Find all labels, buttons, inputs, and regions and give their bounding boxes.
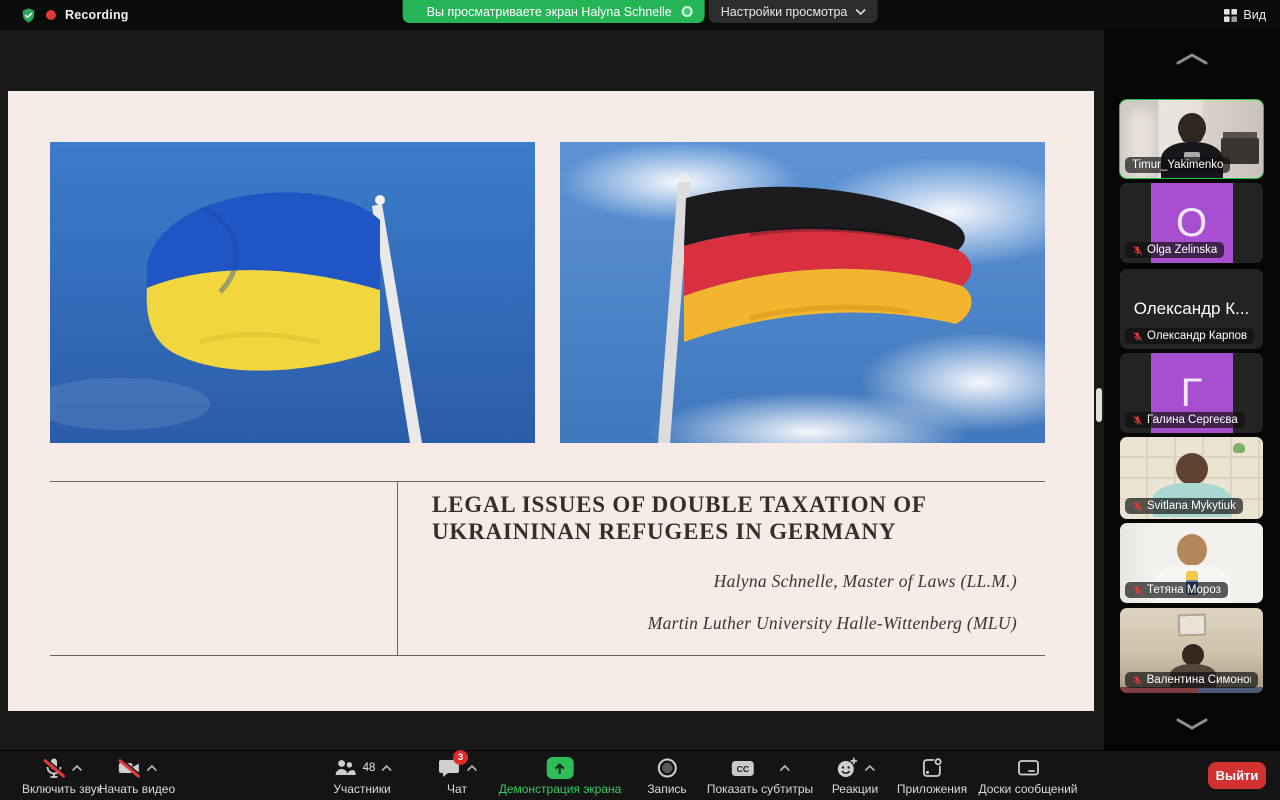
slide-title-block: LEGAL ISSUES OF DOUBLE TAXATION OF UKRAI… <box>432 491 1017 655</box>
apps-icon <box>920 756 944 780</box>
mic-muted-icon <box>1132 415 1143 426</box>
participants-sidebar: Timur_Yakimenko O Olga Zelinska Олександ… <box>1104 30 1280 750</box>
mic-muted-icon <box>1132 585 1143 596</box>
recording-label: Recording <box>65 8 129 22</box>
view-grid-icon <box>1224 9 1237 22</box>
participant-name-label: Olga Zelinska <box>1125 242 1224 258</box>
participant-tile[interactable]: Олександр К... Олександр Карпов <box>1120 269 1263 349</box>
participants-count: 48 <box>363 762 376 774</box>
chevron-up-icon[interactable] <box>865 765 875 771</box>
participant-tile[interactable]: Валентина Симонок <box>1120 608 1263 693</box>
view-button[interactable]: Вид <box>1224 0 1266 30</box>
reactions-button[interactable]: Реакции <box>832 755 878 796</box>
apps-button[interactable]: Приложения <box>897 755 967 796</box>
svg-text:CC: CC <box>737 764 749 774</box>
meeting-toolbar: Включить звук Начать видео <box>0 750 1280 800</box>
mic-muted-icon <box>1132 675 1143 686</box>
mic-muted-icon <box>1132 245 1143 256</box>
participant-name-label: Timur_Yakimenko <box>1125 157 1230 173</box>
start-video-button[interactable]: Начать видео <box>99 755 175 796</box>
camera-muted-icon <box>117 756 141 780</box>
participant-name-label: Олександр Карпов <box>1125 328 1254 344</box>
participant-name-label: Тетяна Мороз <box>1125 582 1228 598</box>
chevron-up-icon[interactable] <box>72 765 82 771</box>
slide-author: Halyna Schnelle, Master of Laws (LL.M.) <box>432 571 1017 592</box>
slide-affiliation: Martin Luther University Halle-Wittenber… <box>432 613 1017 634</box>
chevron-up-icon[interactable] <box>147 765 157 771</box>
chevron-down-icon <box>1175 718 1209 731</box>
ukraine-flag-photo <box>50 142 535 443</box>
caret-down-icon <box>855 9 865 15</box>
presentation-slide: LEGAL ISSUES OF DOUBLE TAXATION OF UKRAI… <box>8 91 1094 711</box>
banner-ring-icon <box>682 6 693 17</box>
participant-name-label: Галина Сергеєва <box>1125 412 1245 428</box>
participant-name-label: Валентина Симонок <box>1125 672 1258 688</box>
view-label: Вид <box>1243 8 1266 22</box>
panel-drag-handle[interactable] <box>1096 388 1102 422</box>
screen-share-banner-group: Вы просматриваете экран Halyna Schnelle … <box>403 0 878 23</box>
mic-muted-icon <box>1132 501 1143 512</box>
view-settings-button[interactable]: Настройки просмотра <box>709 0 878 23</box>
share-screen-icon <box>547 757 574 779</box>
chat-badge: 3 <box>453 750 468 765</box>
captions-button[interactable]: CC Показать субтитры <box>707 755 813 796</box>
chevron-up-icon[interactable] <box>467 765 477 771</box>
chat-button[interactable]: 3 Чат <box>437 755 477 796</box>
record-button[interactable]: Запись <box>647 755 686 796</box>
participant-name-label: Svitlana Mykytiuk <box>1125 498 1243 514</box>
screen-share-banner: Вы просматриваете экран Halyna Schnelle <box>403 0 705 23</box>
top-bar: Recording Вы просматриваете экран Halyna… <box>0 0 1280 30</box>
scroll-up-button[interactable] <box>1170 46 1214 70</box>
whiteboard-icon <box>1016 756 1040 780</box>
reactions-smiley-icon <box>835 756 859 780</box>
mic-muted-icon <box>42 756 66 780</box>
slide-title: LEGAL ISSUES OF DOUBLE TAXATION OF UKRAI… <box>432 491 1017 545</box>
chevron-up-icon[interactable] <box>780 765 790 771</box>
record-circle-icon <box>655 756 679 780</box>
participant-tile[interactable]: O Olga Zelinska <box>1120 183 1263 263</box>
chevron-up-icon <box>1175 52 1209 65</box>
participants-button[interactable]: 48 Участники <box>333 755 392 796</box>
shared-screen-stage: LEGAL ISSUES OF DOUBLE TAXATION OF UKRAI… <box>0 30 1104 750</box>
captions-cc-icon: CC <box>730 756 756 780</box>
recording-dot-icon <box>46 10 56 20</box>
share-screen-button[interactable]: Демонстрация экрана <box>499 755 622 796</box>
whiteboards-button[interactable]: Доски сообщений <box>978 755 1077 796</box>
mic-muted-icon <box>1132 331 1143 342</box>
participants-icon <box>333 756 357 780</box>
screen-share-banner-text: Вы просматриваете экран Halyna Schnelle <box>427 5 672 19</box>
germany-flag-photo <box>560 142 1045 443</box>
leave-button[interactable]: Выйти <box>1208 762 1266 789</box>
slide-divider-top <box>50 481 1045 482</box>
participant-tile[interactable]: Svitlana Mykytiuk <box>1120 437 1263 519</box>
chevron-up-icon[interactable] <box>381 765 391 771</box>
participant-tile[interactable]: Г Галина Сергеєва <box>1120 353 1263 433</box>
recording-indicator: Recording <box>20 0 129 30</box>
scroll-down-button[interactable] <box>1170 712 1214 736</box>
participant-tile[interactable]: Тетяна Мороз <box>1120 523 1263 603</box>
chat-bubble-icon: 3 <box>437 756 461 780</box>
participant-tile[interactable]: Timur_Yakimenko <box>1120 100 1263 178</box>
slide-divider-vertical <box>397 482 398 655</box>
zoom-meeting-window: Recording Вы просматриваете экран Halyna… <box>0 0 1280 800</box>
unmute-button[interactable]: Включить звук <box>22 755 102 796</box>
view-settings-label: Настройки просмотра <box>721 5 848 19</box>
security-shield-icon[interactable] <box>20 7 37 24</box>
